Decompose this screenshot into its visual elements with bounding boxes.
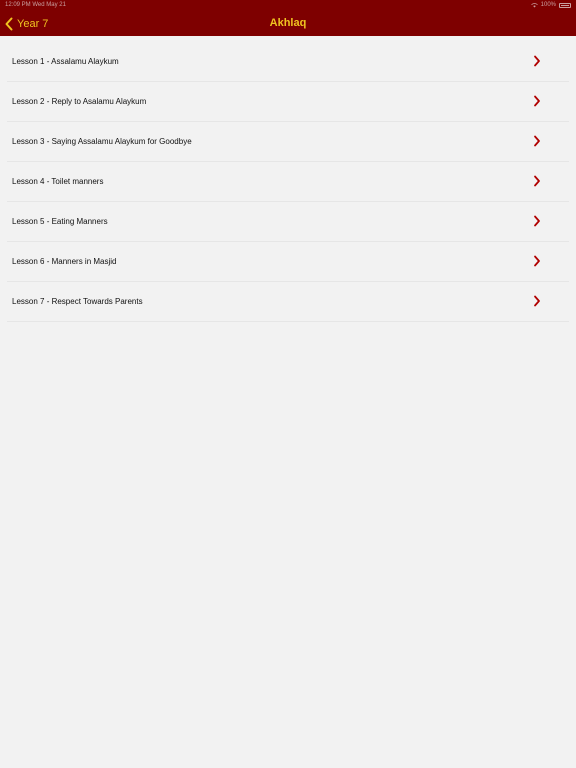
chevron-right-icon [534,95,540,107]
wifi-icon [530,3,538,8]
lesson-label: Lesson 2 - Reply to Asalamu Alaykum [12,97,147,106]
chevron-right-icon [534,135,540,147]
back-button[interactable]: Year 7 [4,11,48,36]
status-indicators: 100% [530,0,571,11]
back-label: Year 7 [17,17,49,30]
lesson-label: Lesson 3 - Saying Assalamu Alaykum for G… [12,137,192,146]
lesson-list: Lesson 1 - Assalamu Alaykum Lesson 2 - R… [0,42,576,322]
chevron-right-icon [534,255,540,267]
status-time-date: 12:09 PM Wed May 21 [5,2,66,8]
chevron-right-icon [534,215,540,227]
chevron-right-icon [534,295,540,307]
page-title: Akhlaq [269,17,307,29]
lesson-item-4[interactable]: Lesson 4 - Toilet manners [7,162,569,202]
chevron-right-icon [534,175,540,187]
navigation-bar: Year 7 Akhlaq [0,11,576,36]
lesson-item-5[interactable]: Lesson 5 - Eating Manners [7,202,569,242]
chevron-left-icon [5,17,13,30]
chevron-right-icon [534,55,540,67]
lesson-item-7[interactable]: Lesson 7 - Respect Towards Parents [7,282,569,322]
lesson-label: Lesson 5 - Eating Manners [12,217,108,226]
status-bar: 12:09 PM Wed May 21 100% [0,0,576,11]
lesson-item-2[interactable]: Lesson 2 - Reply to Asalamu Alaykum [7,82,569,122]
lesson-item-1[interactable]: Lesson 1 - Assalamu Alaykum [7,42,569,82]
battery-icon [559,3,571,8]
battery-percent: 100% [540,2,556,8]
lesson-item-3[interactable]: Lesson 3 - Saying Assalamu Alaykum for G… [7,122,569,162]
lesson-item-6[interactable]: Lesson 6 - Manners in Masjid [7,242,569,282]
lesson-label: Lesson 1 - Assalamu Alaykum [12,57,119,66]
lesson-label: Lesson 4 - Toilet manners [12,177,104,186]
lesson-label: Lesson 6 - Manners in Masjid [12,257,117,266]
lesson-label: Lesson 7 - Respect Towards Parents [12,297,143,306]
